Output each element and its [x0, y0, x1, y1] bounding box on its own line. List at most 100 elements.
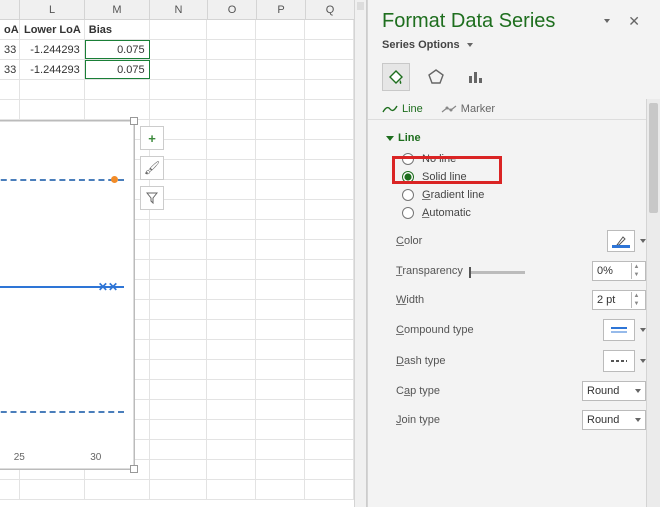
- line-tab-icon: [382, 104, 398, 114]
- chart-side-buttons: + 🖌: [140, 126, 164, 210]
- cell[interactable]: [150, 60, 208, 79]
- width-value: 2 pt: [597, 294, 615, 306]
- radio-automatic[interactable]: Automatic: [386, 204, 646, 222]
- radio-gradient-line[interactable]: Gradient line: [386, 186, 646, 204]
- spinner-buttons[interactable]: ▲▼: [631, 292, 641, 308]
- cell[interactable]: [256, 60, 305, 79]
- transparency-input[interactable]: 0% ▲▼: [592, 261, 646, 281]
- prop-compound-label: Compound type: [396, 324, 474, 336]
- effects-category-button[interactable]: [422, 63, 450, 91]
- dash-type-icon: [603, 350, 635, 372]
- spinner-buttons[interactable]: ▲▼: [631, 263, 641, 279]
- compound-type-icon: [603, 319, 635, 341]
- col-header-M[interactable]: M: [85, 0, 150, 19]
- cell[interactable]: [150, 20, 208, 39]
- format-pane: Format Data Series ✕ Series Options: [367, 0, 660, 507]
- radio-no-line[interactable]: No line: [386, 150, 646, 168]
- cell[interactable]: [207, 60, 256, 79]
- line-section-toggle[interactable]: Line: [386, 128, 646, 150]
- width-input[interactable]: 2 pt ▲▼: [592, 290, 646, 310]
- tab-marker[interactable]: Marker: [441, 103, 495, 115]
- cell[interactable]: [305, 60, 354, 79]
- prop-color-label: Color: [396, 235, 422, 247]
- funnel-icon: [146, 192, 158, 204]
- cell-selected[interactable]: 0.075: [85, 60, 150, 79]
- dash-type-picker[interactable]: [603, 350, 646, 372]
- chevron-down-icon: [467, 43, 473, 47]
- cell[interactable]: 33: [0, 40, 20, 59]
- chart-marker-mid: ✕✕: [98, 280, 118, 294]
- cell[interactable]: -1.244293: [20, 40, 85, 59]
- chart-add-element-button[interactable]: +: [140, 126, 164, 150]
- x-tick: 30: [90, 452, 101, 463]
- prop-transparency-label: Transparency: [396, 265, 525, 277]
- chevron-down-icon: [635, 389, 641, 393]
- prop-dash-label: Dash type: [396, 355, 446, 367]
- col-header-Q[interactable]: Q: [306, 0, 355, 19]
- col-header-L[interactable]: L: [20, 0, 85, 19]
- cell[interactable]: 33: [0, 60, 20, 79]
- cell[interactable]: Bias: [85, 20, 150, 39]
- marker-tab-icon: [441, 104, 457, 114]
- chart-filter-button[interactable]: [140, 186, 164, 210]
- series-options-category-button[interactable]: [462, 63, 490, 91]
- transparency-value: 0%: [597, 265, 613, 277]
- chart-series-lower: [0, 411, 124, 413]
- chevron-down-icon: [635, 418, 641, 422]
- prop-width-label: Width: [396, 294, 424, 306]
- cell[interactable]: [256, 40, 305, 59]
- radio-solid-line[interactable]: Solid line: [386, 168, 646, 186]
- color-picker[interactable]: [607, 230, 646, 252]
- col-header-N[interactable]: N: [150, 0, 208, 19]
- radio-label: Automatic: [422, 207, 471, 219]
- prop-join-label: Join type: [396, 414, 440, 426]
- series-options-label: Series Options: [382, 39, 460, 51]
- pane-menu-icon[interactable]: [604, 19, 610, 23]
- cell-selected[interactable]: 0.075: [85, 40, 150, 59]
- cell[interactable]: [305, 40, 354, 59]
- chart-styles-button[interactable]: 🖌: [140, 156, 164, 180]
- compound-type-picker[interactable]: [603, 319, 646, 341]
- line-section-label: Line: [398, 132, 421, 144]
- chart-x-axis: 25 30: [0, 452, 134, 463]
- bar-chart-icon: [467, 68, 485, 86]
- scrollbar-thumb[interactable]: [649, 103, 658, 213]
- plus-icon: +: [148, 131, 156, 146]
- radio-label: No line: [422, 153, 456, 165]
- tab-line-label: Line: [402, 103, 423, 115]
- pane-scrollbar[interactable]: [646, 99, 660, 507]
- cap-type-select[interactable]: Round: [582, 381, 646, 401]
- transparency-slider[interactable]: [469, 271, 525, 274]
- fill-line-category-button[interactable]: [382, 63, 410, 91]
- cell[interactable]: oA: [0, 20, 20, 39]
- brush-icon: 🖌: [144, 160, 161, 176]
- cell[interactable]: [150, 40, 208, 59]
- cell[interactable]: [207, 40, 256, 59]
- cap-type-value: Round: [587, 385, 619, 397]
- prop-cap-label: Cap type: [396, 385, 440, 397]
- series-options-dropdown[interactable]: Series Options: [368, 39, 660, 59]
- cell[interactable]: [207, 20, 256, 39]
- tab-line[interactable]: Line: [382, 103, 423, 115]
- radio-label: Gradient line: [422, 189, 484, 201]
- chart-marker-upper: [111, 176, 118, 183]
- col-header-partial[interactable]: [0, 0, 20, 19]
- close-pane-button[interactable]: ✕: [622, 13, 646, 30]
- chart-series-upper: [0, 179, 124, 181]
- embedded-chart[interactable]: ✕✕ 25 30: [0, 120, 135, 470]
- triangle-down-icon: [386, 136, 394, 141]
- col-header-O[interactable]: O: [208, 0, 257, 19]
- pentagon-icon: [427, 68, 445, 86]
- vertical-scrollbar[interactable]: [354, 0, 366, 507]
- column-headers: L M N O P Q: [0, 0, 366, 20]
- paint-bucket-icon: [387, 68, 405, 86]
- x-tick: 25: [14, 452, 25, 463]
- cell[interactable]: -1.244293: [20, 60, 85, 79]
- join-type-select[interactable]: Round: [582, 410, 646, 430]
- cell[interactable]: [305, 20, 354, 39]
- cell[interactable]: Lower LoA: [20, 20, 85, 39]
- join-type-value: Round: [587, 414, 619, 426]
- cell[interactable]: [256, 20, 305, 39]
- col-header-P[interactable]: P: [257, 0, 306, 19]
- radio-label: Solid line: [422, 171, 467, 183]
